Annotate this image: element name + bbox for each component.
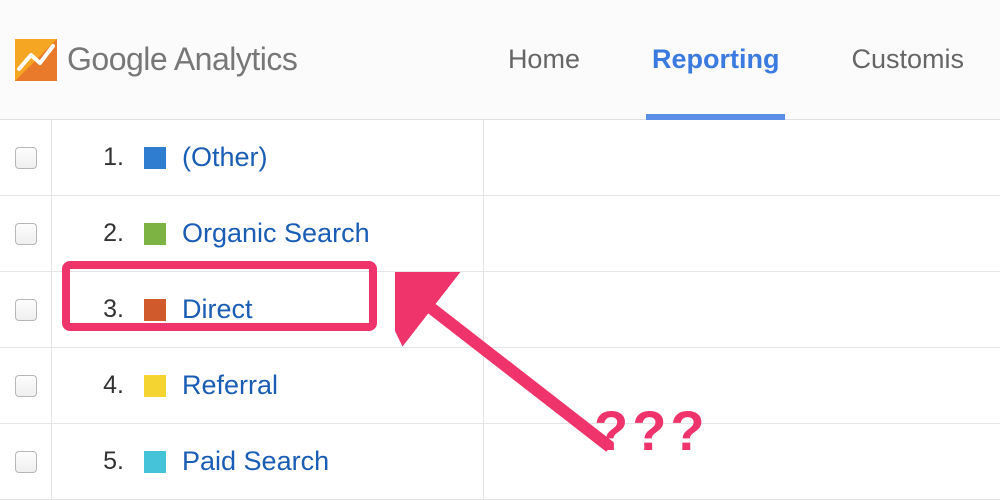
row-index: 4. — [80, 371, 124, 400]
row-main-cell: 4. Referral — [52, 348, 484, 423]
row-main-cell: 5. Paid Search — [52, 424, 484, 499]
row-checkbox-cell — [0, 424, 52, 499]
row-checkbox-cell — [0, 348, 52, 423]
nav-customisation[interactable]: Customis — [815, 0, 1000, 119]
row-checkbox-cell — [0, 272, 52, 347]
row-checkbox[interactable] — [15, 299, 37, 321]
brand-light: Analytics — [174, 41, 298, 77]
row-checkbox[interactable] — [15, 223, 37, 245]
app-header: Google Analytics Home Reporting Customis — [0, 0, 1000, 120]
table-row: 2. Organic Search — [0, 196, 1000, 272]
row-main-cell: 2. Organic Search — [52, 196, 484, 271]
color-swatch-icon — [144, 147, 166, 169]
nav-home[interactable]: Home — [472, 0, 616, 119]
brand-bold: Google — [67, 41, 167, 77]
color-swatch-icon — [144, 451, 166, 473]
row-main-cell: 3. Direct — [52, 272, 484, 347]
main-nav: Home Reporting Customis — [472, 0, 1000, 119]
brand-block: Google Analytics — [15, 39, 297, 81]
row-index: 3. — [80, 295, 124, 324]
row-checkbox-cell — [0, 120, 52, 195]
row-main-cell: 1. (Other) — [52, 120, 484, 195]
row-checkbox[interactable] — [15, 451, 37, 473]
row-index: 1. — [80, 143, 124, 172]
channel-link[interactable]: (Other) — [182, 142, 268, 173]
color-swatch-icon — [144, 299, 166, 321]
table-row: 1. (Other) — [0, 120, 1000, 196]
row-checkbox[interactable] — [15, 375, 37, 397]
channel-link[interactable]: Direct — [182, 294, 253, 325]
color-swatch-icon — [144, 375, 166, 397]
channels-table: 1. (Other) 2. Organic Search 3. Direct — [0, 120, 1000, 500]
nav-reporting[interactable]: Reporting — [616, 0, 816, 119]
table-row: 5. Paid Search — [0, 424, 1000, 500]
channel-link[interactable]: Referral — [182, 370, 278, 401]
table-row: 4. Referral — [0, 348, 1000, 424]
channel-link[interactable]: Paid Search — [182, 446, 329, 477]
row-checkbox[interactable] — [15, 147, 37, 169]
row-index: 2. — [80, 219, 124, 248]
channel-link[interactable]: Organic Search — [182, 218, 370, 249]
color-swatch-icon — [144, 223, 166, 245]
table-row: 3. Direct — [0, 272, 1000, 348]
brand-text: Google Analytics — [67, 41, 297, 78]
analytics-logo-icon — [15, 39, 57, 81]
row-checkbox-cell — [0, 196, 52, 271]
row-index: 5. — [80, 447, 124, 476]
